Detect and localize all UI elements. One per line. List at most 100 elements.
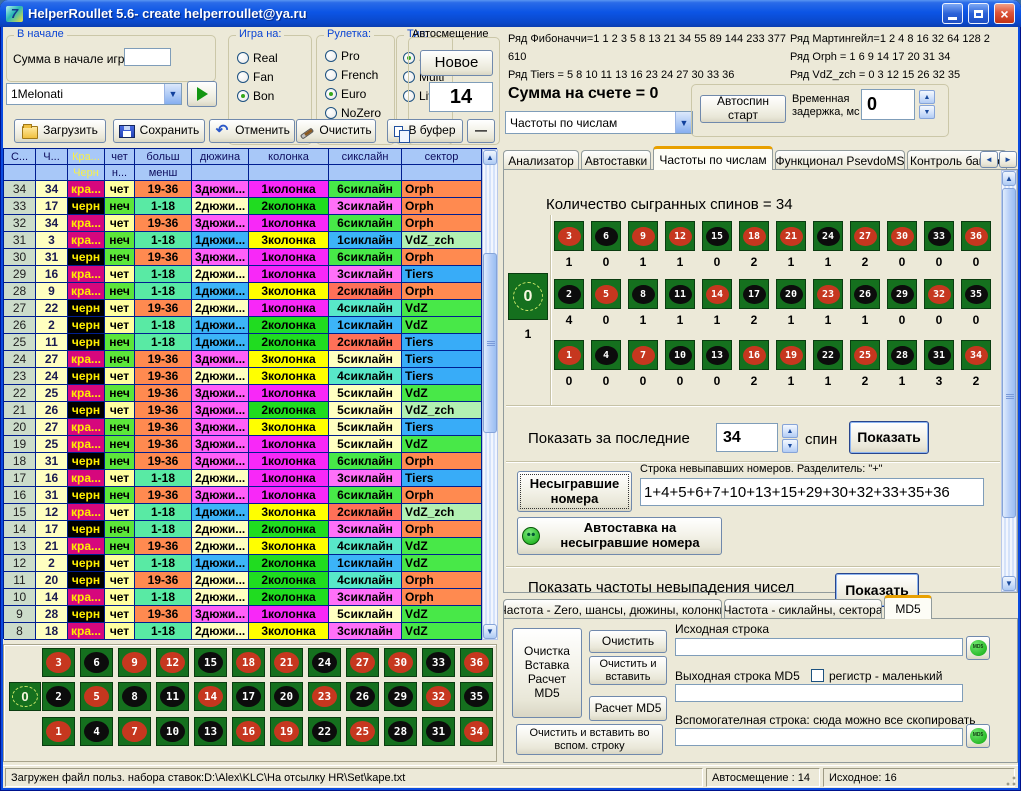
scroll-down-icon[interactable]: ▼ (1002, 576, 1016, 591)
minimize-button[interactable] (942, 3, 963, 24)
roulette-cell[interactable]: 27 (346, 648, 379, 677)
table-row[interactable]: 928чернчет19-363дюжи...1колонка5сиклайнV… (4, 606, 482, 623)
md5-clear-paste-button[interactable]: Очистить и вставить (589, 656, 667, 685)
table-row[interactable]: 289кра...неч1-181дюжи...3колонка2сиклайн… (4, 283, 482, 300)
table-row[interactable]: 1631черннеч19-363дюжи...1колонка6сиклайн… (4, 487, 482, 504)
table-row[interactable]: 2027кра...неч19-363дюжи...3колонка5сикла… (4, 419, 482, 436)
roulette-cell[interactable]: 22 (308, 717, 341, 746)
tab-main-2[interactable]: Автоставки (581, 150, 651, 170)
show-button[interactable]: Показать (849, 421, 929, 454)
roulette-cell[interactable]: 35 (460, 682, 493, 711)
table-row[interactable]: 2916кра...чет1-182дюжи...1колонка3сиклай… (4, 266, 482, 283)
md5-source-input[interactable] (675, 638, 963, 656)
show-last-spinner[interactable]: ▲ ▼ (782, 424, 798, 453)
tab-bottom-1[interactable]: Частота - Zero, шансы, дюжины, колонки (503, 599, 722, 619)
frequency-combo[interactable]: Частоты по числам ▼ (505, 111, 693, 134)
table-row[interactable]: 3317черннеч1-182дюжи...2колонка3сиклайнO… (4, 198, 482, 215)
table-row[interactable]: 1417черннеч1-182дюжи...2колонка3сиклайнO… (4, 521, 482, 538)
roulette-cell[interactable]: 6 (80, 648, 113, 677)
roulette-cell[interactable]: 24 (308, 648, 341, 677)
chevron-down-icon[interactable]: ▼ (164, 84, 181, 104)
radio-french[interactable]: French (325, 65, 381, 84)
table-row[interactable]: 1831черннеч19-363дюжи...1колонка6сиклайн… (4, 453, 482, 470)
roulette-cell[interactable]: 32 (422, 682, 455, 711)
delay-spinner[interactable]: ▲ ▼ (919, 90, 935, 119)
roulette-cell[interactable]: 36 (460, 648, 493, 677)
show-last-value[interactable]: 34 (716, 423, 778, 452)
scroll-up-icon[interactable]: ▲ (1002, 171, 1016, 186)
undo-button[interactable]: ↶Отменить (209, 119, 295, 143)
roulette-cell[interactable]: 18 (232, 648, 265, 677)
table-row[interactable]: 2427кра...неч19-363дюжи...3колонка5сикла… (4, 351, 482, 368)
chevron-down-icon[interactable]: ▼ (675, 112, 692, 133)
table-row[interactable]: 3031черннеч19-363дюжи...1колонка6сиклайн… (4, 249, 482, 266)
roulette-cell[interactable]: 25 (346, 717, 379, 746)
roulette-cell[interactable]: 2 (42, 682, 75, 711)
roulette-cell[interactable]: 5 (80, 682, 113, 711)
roulette-cell[interactable]: 13 (194, 717, 227, 746)
tab-bottom-3[interactable]: MD5 (884, 595, 932, 619)
load-button[interactable]: Загрузить (14, 119, 106, 143)
radio-euro[interactable]: Euro (325, 84, 381, 103)
lowercase-checkbox[interactable] (811, 669, 824, 682)
radio-bon[interactable]: Bon (237, 86, 278, 105)
maximize-button[interactable] (968, 3, 989, 24)
roulette-cell[interactable]: 10 (156, 717, 189, 746)
roulette-cell[interactable]: 14 (194, 682, 227, 711)
start-sum-input[interactable] (124, 48, 171, 66)
table-row[interactable]: 2722чернчет19-362дюжи...1колонка4сиклайн… (4, 300, 482, 317)
scroll-up-icon[interactable]: ▲ (483, 150, 497, 165)
roulette-cell[interactable]: 11 (156, 682, 189, 711)
roulette-cell[interactable]: 8 (118, 682, 151, 711)
roulette-cell[interactable]: 20 (270, 682, 303, 711)
run-preset-button[interactable] (187, 81, 217, 107)
roulette-cell[interactable]: 28 (384, 717, 417, 746)
md5-clear-paste-aux-button[interactable]: Очистить и вставить во вспом. строку (516, 724, 663, 755)
table-row[interactable]: 3234кра...чет19-363дюжи...1колонка6сикла… (4, 215, 482, 232)
table-row[interactable]: 1321кра...неч19-362дюжи...3колонка4сикла… (4, 538, 482, 555)
table-row[interactable]: 1512кра...чет1-181дюжи...3колонка2сиклай… (4, 504, 482, 521)
table-row[interactable]: 1716кра...чет1-182дюжи...1колонка3сиклай… (4, 470, 482, 487)
roulette-cell[interactable]: 16 (232, 717, 265, 746)
save-button[interactable]: Сохранить (113, 119, 205, 143)
table-row[interactable]: 1014кра...чет1-182дюжи...2колонка3сиклай… (4, 589, 482, 606)
table-row[interactable]: 2511черннеч1-181дюжи...2колонка2сиклайнT… (4, 334, 482, 351)
roulette-cell[interactable]: 34 (460, 717, 493, 746)
table-row[interactable]: 1120чернчет19-362дюжи...2колонка4сиклайн… (4, 572, 482, 589)
spin-up-icon[interactable]: ▲ (782, 424, 798, 438)
roulette-cell[interactable]: 33 (422, 648, 455, 677)
roulette-cell[interactable]: 19 (270, 717, 303, 746)
close-button[interactable]: × (994, 3, 1015, 24)
spin-up-icon[interactable]: ▲ (919, 90, 935, 104)
table-row[interactable]: 1925кра...неч19-363дюжи...1колонка5сикла… (4, 436, 482, 453)
nonplayed-input[interactable] (640, 478, 984, 506)
autobet-nonplayed-button[interactable]: Автоставка на несыгравшие номера (517, 517, 722, 555)
new-button[interactable]: Новое (420, 50, 493, 76)
md5-run-button[interactable]: MD5 (966, 636, 990, 660)
md5-aux-input[interactable] (675, 728, 963, 746)
spin-down-icon[interactable]: ▼ (919, 105, 935, 119)
md5-calc-button[interactable]: Расчет MD5 (589, 696, 667, 721)
scrollbar-thumb[interactable] (1002, 188, 1016, 518)
roulette-cell[interactable]: 4 (80, 717, 113, 746)
roulette-cell[interactable]: 31 (422, 717, 455, 746)
table-row[interactable]: 122чернчет1-181дюжи...2колонка1сиклайнVd… (4, 555, 482, 572)
autospin-start-button[interactable]: Автоспин старт (700, 95, 786, 123)
table-row[interactable]: 313кра...неч1-181дюжи...3колонка1сиклайн… (4, 232, 482, 249)
roulette-cell[interactable]: 21 (270, 648, 303, 677)
table-row[interactable]: 262чернчет1-181дюжи...2колонка1сиклайнVd… (4, 317, 482, 334)
scrollbar-thumb[interactable] (483, 253, 497, 433)
radio-real[interactable]: Real (237, 48, 278, 67)
preset-combo[interactable]: 1Melonati ▼ (6, 83, 182, 105)
roulette-cell[interactable]: 30 (384, 648, 417, 677)
md5-clear-button[interactable]: Очистить (589, 630, 667, 653)
clear-button[interactable]: Очистить (296, 119, 376, 143)
roulette-zero-cell[interactable]: 0 (9, 682, 41, 711)
roulette-cell[interactable]: 7 (118, 717, 151, 746)
tab-main-3[interactable]: Частоты по числам (653, 146, 773, 170)
table-row[interactable]: 2324чернчет19-362дюжи...3колонка4сиклайн… (4, 368, 482, 385)
table-row[interactable]: 2126чернчет19-363дюжи...2колонка5сиклайн… (4, 402, 482, 419)
roulette-cell[interactable]: 17 (232, 682, 265, 711)
resize-grip[interactable] (1005, 775, 1017, 787)
spin-down-icon[interactable]: ▼ (782, 439, 798, 453)
